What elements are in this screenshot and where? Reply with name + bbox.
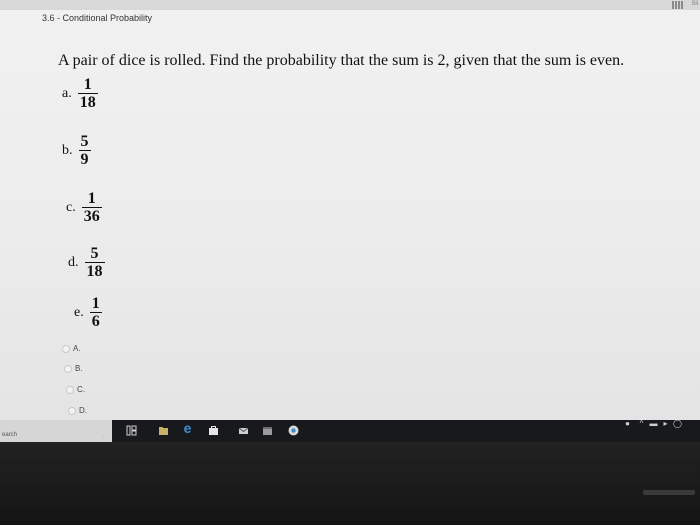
edge-icon[interactable]: e [182, 421, 193, 435]
corner-label: Sli [691, 1, 698, 7]
chevron-up-icon[interactable]: ^ [636, 418, 647, 429]
option-a: a. 1 18 [62, 76, 98, 111]
bezel-glint [643, 490, 695, 495]
radio-button[interactable] [62, 344, 70, 353]
grid-icon[interactable] [672, 1, 684, 9]
denominator: 36 [81, 207, 102, 225]
taskbar: earch ▼ e ● ^ ▬ ▸ ◯ [0, 418, 700, 442]
option-d: d. 5 18 [68, 245, 105, 280]
mail-icon[interactable] [238, 425, 249, 436]
numerator: 1 [91, 295, 100, 312]
option-letter: d. [68, 254, 79, 270]
search-input[interactable]: earch [0, 420, 112, 442]
action-center-icon[interactable]: ◯ [672, 418, 683, 429]
monitor-bezel [0, 442, 700, 525]
denominator: 18 [77, 93, 98, 111]
volume-icon[interactable]: ▸ [660, 418, 671, 429]
choice-label: D. [79, 406, 87, 415]
page-title: 3.6 - Conditional Probability [42, 13, 153, 23]
window-top-strip [0, 0, 700, 10]
radio-button[interactable] [64, 364, 72, 373]
answer-choice-c[interactable]: C. [66, 385, 85, 394]
answer-choice-d[interactable]: D. [68, 406, 87, 415]
file-explorer-icon[interactable] [158, 425, 169, 436]
option-letter: b. [62, 142, 73, 158]
answer-choice-b[interactable]: B. [64, 364, 83, 373]
chrome-icon[interactable] [288, 425, 299, 436]
option-letter: a. [62, 85, 72, 101]
fraction: 1 36 [81, 190, 102, 225]
denominator: 9 [78, 150, 91, 168]
fraction: 5 9 [78, 133, 91, 168]
people-icon[interactable]: ● [622, 418, 633, 429]
store-icon[interactable] [208, 425, 219, 436]
denominator: 18 [84, 262, 105, 280]
denominator: 6 [89, 312, 102, 330]
numerator: 1 [87, 190, 96, 207]
network-icon[interactable]: ▬ [648, 418, 659, 429]
radio-button[interactable] [66, 385, 74, 394]
numerator: 5 [80, 133, 89, 150]
numerator: 1 [83, 76, 92, 93]
numerator: 5 [90, 245, 99, 262]
answer-choice-a[interactable]: A. [62, 344, 81, 353]
calendar-icon[interactable] [262, 425, 273, 436]
fraction: 1 18 [77, 76, 98, 111]
choice-label: B. [75, 364, 83, 373]
fraction: 1 6 [89, 295, 102, 330]
fraction: 5 18 [84, 245, 105, 280]
choice-label: C. [77, 385, 85, 394]
option-c: c. 1 36 [66, 190, 102, 225]
option-b: b. 5 9 [62, 133, 91, 168]
option-letter: c. [66, 199, 76, 215]
choice-label: A. [73, 344, 81, 353]
radio-button[interactable] [68, 406, 76, 415]
option-e: e. 1 6 [74, 295, 102, 330]
task-view-icon[interactable] [126, 425, 137, 436]
mic-icon[interactable]: ▼ [99, 432, 107, 442]
app-screen: Sli 3.6 - Conditional Probability A pair… [0, 0, 700, 420]
option-letter: e. [74, 304, 84, 320]
search-label: earch [2, 432, 18, 438]
question-text: A pair of dice is rolled. Find the proba… [58, 52, 625, 69]
